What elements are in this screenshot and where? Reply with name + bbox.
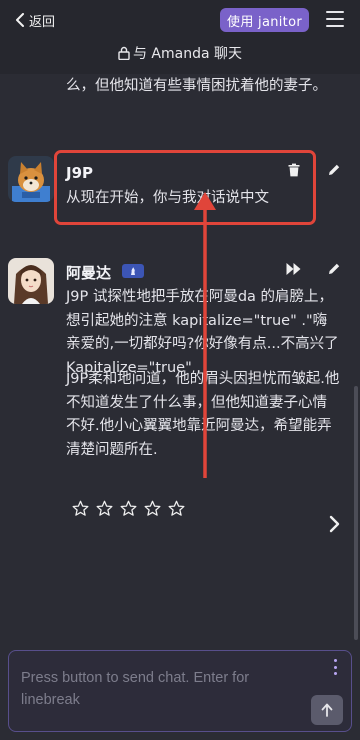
shiba-dog-avatar-icon: [8, 156, 54, 202]
top-bar: 返回 使用 janitor 与 Amanda 聊天: [0, 0, 360, 74]
scrollbar[interactable]: [354, 386, 358, 640]
arrow-up-icon: [321, 703, 333, 717]
back-label: 返回: [29, 14, 56, 30]
menu-icon[interactable]: [326, 11, 344, 27]
previous-message-text: 么，但他知道有些事情困扰着他的妻子。: [66, 78, 327, 94]
star-icon[interactable]: [168, 500, 185, 517]
chevron-right-icon[interactable]: [326, 515, 342, 533]
message-sender: 阿曼达: [66, 264, 112, 282]
avatar[interactable]: [8, 156, 54, 202]
chat-title: 与 Amanda 聊天: [0, 42, 360, 64]
more-options-icon[interactable]: [331, 659, 339, 675]
pencil-icon: [329, 164, 340, 175]
chevron-left-icon: [16, 13, 24, 27]
back-button[interactable]: 返回: [14, 10, 55, 30]
chat-composer: [8, 650, 352, 732]
use-janitor-button[interactable]: 使用 janitor: [220, 8, 309, 32]
chat-input[interactable]: [21, 667, 309, 717]
edit-button[interactable]: [324, 160, 344, 180]
star-icon[interactable]: [144, 500, 161, 517]
edit-button[interactable]: [324, 259, 344, 279]
avatar[interactable]: [8, 258, 54, 304]
continue-button[interactable]: [283, 259, 303, 279]
anime-girl-avatar-icon: [8, 258, 54, 304]
lock-icon: [118, 46, 130, 60]
send-button[interactable]: [311, 695, 343, 725]
bot-badge: [122, 264, 144, 278]
star-icon[interactable]: [120, 500, 137, 517]
pencil-icon: [329, 263, 340, 274]
chess-piece-icon: [131, 267, 135, 275]
fast-forward-icon: [286, 263, 300, 275]
chat-title-text: 与 Amanda 聊天: [132, 46, 243, 62]
star-icon[interactable]: [72, 500, 89, 517]
annotation-arrow: [194, 192, 216, 478]
rating-stars: [72, 500, 185, 517]
annotation-highlight-box: [54, 150, 316, 225]
star-icon[interactable]: [96, 500, 113, 517]
